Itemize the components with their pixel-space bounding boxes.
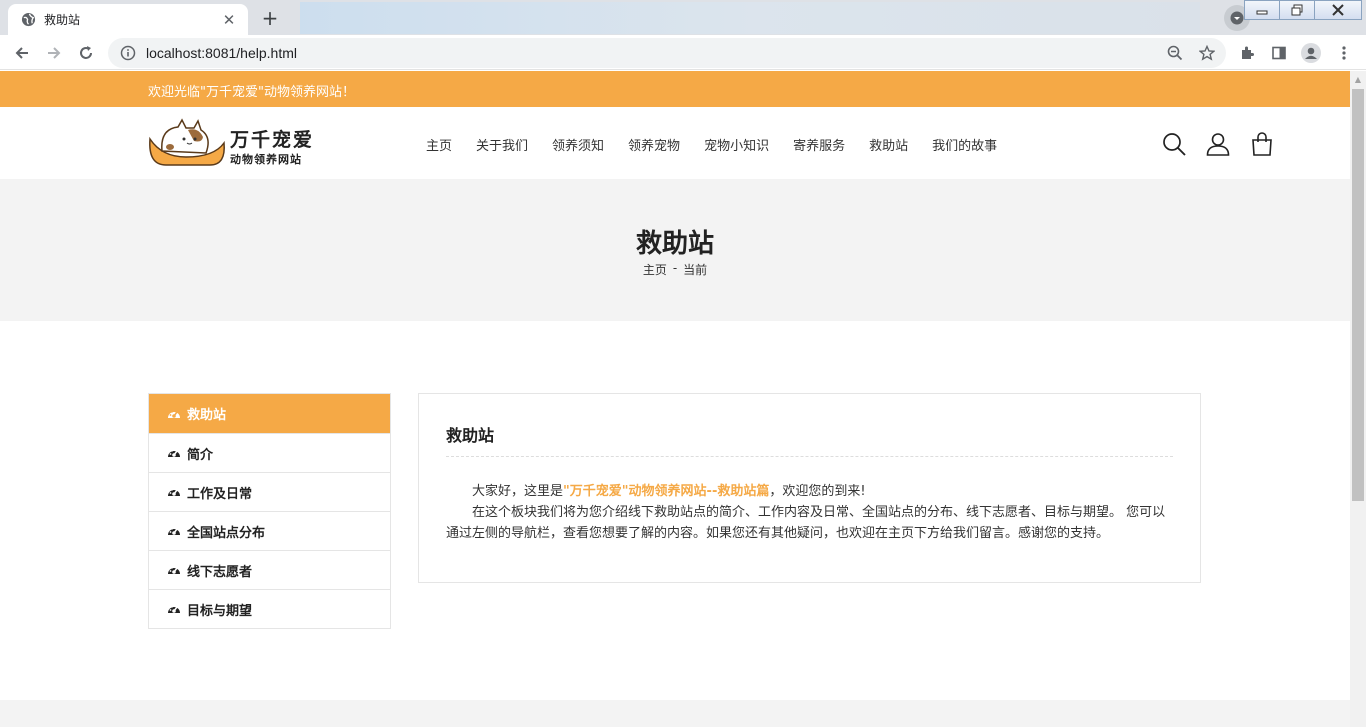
tab-close-icon[interactable]: ✕ <box>220 11 238 29</box>
nav-item-our-story[interactable]: 我们的故事 <box>932 135 997 154</box>
user-icon[interactable] <box>1205 131 1231 157</box>
restore-button[interactable] <box>1279 0 1315 20</box>
content-panel: 救助站 大家好，这里是"万千宠爱"动物领养网站--救助站篇，欢迎您的到来! 在这… <box>418 393 1201 583</box>
logo-subtitle: 动物领养网站 <box>230 153 302 166</box>
sidebar-item-label: 目标与期望 <box>187 603 253 619</box>
arrow-left-icon <box>15 47 28 59</box>
page-scrollbar[interactable]: ▲ <box>1350 71 1366 727</box>
sidebar-item-label: 工作及日常 <box>187 486 253 502</box>
sidebar-item-rescue-station[interactable]: 救助站 <box>149 394 390 433</box>
browser-toolbar: localhost:8081/help.html <box>0 35 1366 70</box>
page-banner: 救助站 主页 - 当前 <box>0 179 1350 321</box>
dashboard-icon <box>167 524 181 538</box>
content-body: 大家好，这里是"万千宠爱"动物领养网站--救助站篇，欢迎您的到来! 在这个板块我… <box>446 481 1173 544</box>
reload-icon <box>80 46 92 59</box>
breadcrumb: 主页 - 当前 <box>0 261 1350 278</box>
site-logo[interactable]: 万千宠爱 动物领养网站 <box>148 117 323 169</box>
sidebar-item-label: 全国站点分布 <box>187 525 266 541</box>
breadcrumb-current: 当前 <box>683 263 708 277</box>
nav-item-about[interactable]: 关于我们 <box>476 135 528 154</box>
intro-suffix: ，欢迎您的到来! <box>769 484 866 499</box>
minimize-icon <box>1256 10 1268 15</box>
logo-title: 万千宠爱 <box>230 129 315 151</box>
search-icon[interactable] <box>1161 131 1187 157</box>
dashboard-icon <box>167 446 181 460</box>
site-header: 万千宠爱 动物领养网站 主页 关于我们 领养须知 领养宠物 宠物小知识 寄养服务… <box>0 107 1350 179</box>
forward-button[interactable] <box>41 40 67 66</box>
sidebar-item-station-map[interactable]: 全国站点分布 <box>149 511 390 550</box>
main-nav: 主页 关于我们 领养须知 领养宠物 宠物小知识 寄养服务 救助站 我们的故事 <box>426 135 1021 154</box>
sidebar-item-label: 救助站 <box>187 408 227 423</box>
nav-item-adopt-pets[interactable]: 领养宠物 <box>628 135 680 154</box>
side-panel-icon[interactable] <box>1266 40 1292 66</box>
profile-avatar-icon[interactable] <box>1298 40 1324 66</box>
footer-strip <box>0 700 1350 727</box>
browser-tab[interactable]: 救助站 ✕ <box>8 4 248 35</box>
chevron-down-icon <box>1230 11 1244 25</box>
sidebar-item-work-daily[interactable]: 工作及日常 <box>149 472 390 511</box>
more-menu-icon[interactable] <box>1331 40 1357 66</box>
nav-item-pet-tips[interactable]: 宠物小知识 <box>704 135 769 154</box>
nav-item-boarding[interactable]: 寄养服务 <box>793 135 845 154</box>
sidebar-menu: 救助站 简介 工作及日常 全国站点分布 线下志愿者 目标与期望 <box>148 393 391 629</box>
background-window-overlay <box>300 2 1200 34</box>
sidebar-item-goals[interactable]: 目标与期望 <box>149 589 390 628</box>
extensions-icon[interactable] <box>1234 40 1260 66</box>
nav-item-home[interactable]: 主页 <box>426 135 452 154</box>
page-title: 救助站 <box>635 229 714 259</box>
content-title: 救助站 <box>446 422 1173 457</box>
close-window-button[interactable] <box>1314 0 1362 20</box>
site-name-highlight: "万千宠爱"动物领养网站--救助站篇 <box>563 484 770 499</box>
description-paragraph: 在这个板块我们将为您介绍线下救助站点的简介、工作内容及日常、全国站点的分布、线下… <box>446 505 1166 541</box>
dashboard-icon <box>167 407 181 421</box>
globe-icon <box>20 12 36 28</box>
intro-prefix: 大家好，这里是 <box>472 484 564 499</box>
breadcrumb-separator: - <box>672 261 678 275</box>
browser-tab-bar: 救助站 ✕ + <box>0 0 1366 35</box>
new-tab-button[interactable]: + <box>256 5 284 31</box>
dashboard-icon <box>167 563 181 577</box>
back-button[interactable] <box>9 40 35 66</box>
sidebar-item-label: 简介 <box>187 447 214 463</box>
cart-icon[interactable] <box>1249 131 1275 157</box>
nav-item-adoption-notice[interactable]: 领养须知 <box>552 135 604 154</box>
arrow-right-icon <box>48 47 61 59</box>
sidebar-item-intro[interactable]: 简介 <box>149 433 390 472</box>
breadcrumb-home-link[interactable]: 主页 <box>643 261 667 278</box>
sidebar-item-label: 线下志愿者 <box>187 564 253 580</box>
scroll-up-arrow-icon[interactable]: ▲ <box>1350 71 1366 87</box>
url-text: localhost:8081/help.html <box>146 45 297 61</box>
sidebar-item-volunteers[interactable]: 线下志愿者 <box>149 550 390 589</box>
minimize-button[interactable] <box>1244 0 1280 20</box>
info-icon[interactable] <box>120 45 136 61</box>
dashboard-icon <box>167 602 181 616</box>
scroll-thumb[interactable] <box>1352 89 1364 501</box>
cat-bed-logo-icon <box>149 118 225 166</box>
intro-paragraph: 大家好，这里是"万千宠爱"动物领养网站--救助站篇，欢迎您的到来! <box>446 481 1173 502</box>
dashboard-icon <box>167 485 181 499</box>
nav-item-rescue-station[interactable]: 救助站 <box>869 135 908 154</box>
restore-icon <box>1291 4 1303 16</box>
welcome-text: 欢迎光临"万千宠爱"动物领养网站！ <box>148 85 355 100</box>
tab-title: 救助站 <box>44 13 81 27</box>
welcome-bar: 欢迎光临"万千宠爱"动物领养网站！ <box>0 71 1350 107</box>
zoom-icon[interactable] <box>1164 42 1186 64</box>
bookmark-star-icon[interactable] <box>1196 42 1218 64</box>
page-viewport: 欢迎光临"万千宠爱"动物领养网站！ 万千宠爱 动物领养网站 主页 关于我们 领养… <box>0 71 1350 727</box>
window-controls <box>1244 0 1362 20</box>
address-bar[interactable]: localhost:8081/help.html <box>108 38 1226 68</box>
close-icon <box>1332 4 1344 16</box>
reload-button[interactable] <box>73 40 99 66</box>
